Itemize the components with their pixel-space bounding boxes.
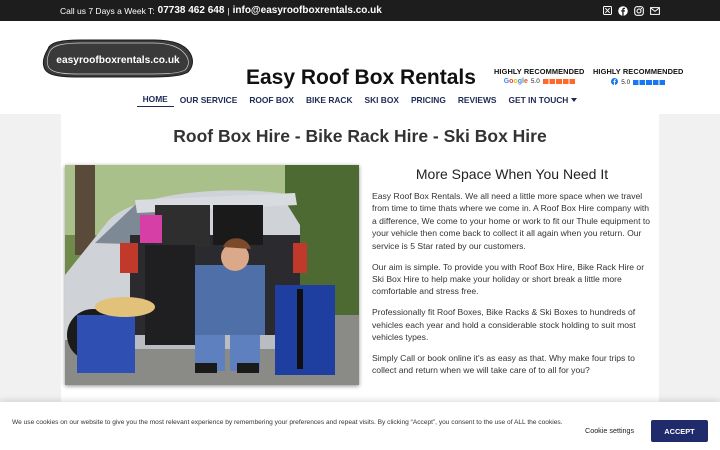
google-badge[interactable]: HIGHLY RECOMMENDED Google 5.0 bbox=[494, 67, 585, 85]
facebook-rating: 5.0 bbox=[621, 79, 631, 86]
main-content: Roof Box Hire - Bike Rack Hire - Ski Box… bbox=[61, 114, 659, 414]
star-rating-icon bbox=[633, 80, 666, 85]
paragraph: Our aim is simple. To provide you with R… bbox=[372, 261, 645, 297]
paragraph: Easy Roof Box Rentals. We all need a lit… bbox=[372, 191, 651, 251]
call-label: Call us 7 Days a Week T: bbox=[60, 5, 155, 16]
facebook-badge[interactable]: HIGHLY RECOMMENDED 5.0 bbox=[593, 67, 684, 87]
email-link[interactable]: info@easyroofboxrentals.co.uk bbox=[233, 5, 382, 16]
hero-image bbox=[65, 165, 359, 385]
facebook-icon[interactable] bbox=[618, 5, 628, 16]
paragraph: Simply Call or book online it's as easy … bbox=[372, 352, 635, 376]
paragraph: Professionally fit Roof Boxes, Bike Rack… bbox=[372, 307, 636, 343]
section-subheading: More Space When You Need It bbox=[415, 166, 609, 182]
google-rating: 5.0 bbox=[530, 78, 540, 85]
page-heading: Roof Box Hire - Bike Rack Hire - Ski Box… bbox=[173, 126, 547, 146]
nav-pricing[interactable]: PRICING bbox=[405, 92, 452, 107]
nav-our-service[interactable]: OUR SERVICE bbox=[174, 92, 244, 107]
nav-get-in-touch[interactable]: GET IN TOUCH bbox=[502, 92, 583, 107]
cookie-text: We use cookies on our website to give yo… bbox=[12, 419, 563, 426]
chevron-down-icon bbox=[571, 97, 578, 102]
site-title: Easy Roof Box Rentals bbox=[246, 66, 476, 89]
x-icon[interactable] bbox=[602, 6, 612, 16]
google-logo: Google bbox=[503, 78, 528, 85]
nav-home[interactable]: HOME bbox=[136, 92, 174, 107]
badge-title: HIGHLY RECOMMENDED bbox=[593, 67, 684, 76]
nav-roof-box[interactable]: ROOF BOX bbox=[243, 92, 300, 107]
star-rating-icon bbox=[542, 79, 575, 84]
contact-info: Call us 7 Days a Week T: 07738 462 648 |… bbox=[60, 5, 382, 16]
nav-get-in-touch-label: GET IN TOUCH bbox=[508, 94, 569, 105]
instagram-icon[interactable] bbox=[634, 5, 644, 16]
cookie-settings-button[interactable]: Cookie settings bbox=[585, 426, 634, 435]
email-icon[interactable] bbox=[650, 6, 660, 16]
separator: | bbox=[227, 5, 230, 16]
main-nav: HOME OUR SERVICE ROOF BOX BIKE RACK SKI … bbox=[0, 92, 720, 107]
intro-copy: Easy Roof Box Rentals. We all need a lit… bbox=[372, 190, 656, 385]
facebook-logo-icon bbox=[611, 78, 619, 87]
nav-reviews[interactable]: REVIEWS bbox=[452, 92, 503, 107]
nav-ski-box[interactable]: SKI BOX bbox=[359, 92, 405, 107]
social-links bbox=[602, 5, 660, 16]
cookie-banner: We use cookies on our website to give yo… bbox=[0, 402, 720, 450]
badge-title: HIGHLY RECOMMENDED bbox=[494, 67, 585, 76]
phone-link[interactable]: 07738 462 648 bbox=[158, 5, 225, 16]
site-logo[interactable]: easyroofboxrentals.co.uk bbox=[42, 39, 194, 78]
top-contact-bar: Call us 7 Days a Week T: 07738 462 648 |… bbox=[0, 0, 720, 21]
logo-text: easyroofboxrentals.co.uk bbox=[56, 55, 180, 66]
accept-cookies-button[interactable]: ACCEPT bbox=[651, 420, 708, 442]
nav-bike-rack[interactable]: BIKE RACK bbox=[300, 92, 359, 107]
